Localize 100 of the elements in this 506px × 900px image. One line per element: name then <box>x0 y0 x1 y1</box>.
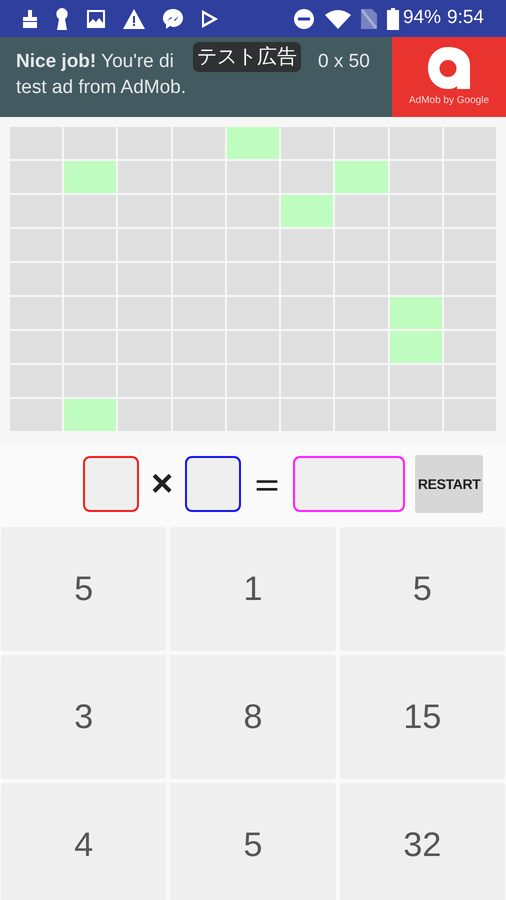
grid-cell[interactable] <box>281 229 334 261</box>
grid-cell[interactable] <box>10 161 62 193</box>
ad-banner[interactable]: Nice job! You're di 0 x 50 test ad from AdMob. AdMob by Google テスト広告 <box>0 37 506 117</box>
grid-cell[interactable] <box>10 297 62 329</box>
grid-cell[interactable] <box>172 365 225 397</box>
grid-cell[interactable] <box>444 365 496 397</box>
grid-cell[interactable] <box>335 399 388 431</box>
grid-cell[interactable] <box>444 331 496 363</box>
input-field[interactable] <box>185 456 242 512</box>
number-key[interactable]: 5 <box>170 783 336 900</box>
number-key[interactable]: 8 <box>170 655 336 779</box>
grid-cell[interactable] <box>172 297 225 329</box>
grid-cell[interactable] <box>444 229 496 261</box>
grid-cell[interactable] <box>335 161 388 193</box>
grid-cell[interactable] <box>226 331 280 363</box>
grid-cell[interactable] <box>118 297 171 329</box>
grid-cell[interactable] <box>172 331 225 363</box>
grid-cell[interactable] <box>335 331 388 363</box>
grid-cell[interactable] <box>444 399 496 431</box>
brush-icon <box>22 10 38 28</box>
grid-cell[interactable] <box>390 127 442 159</box>
number-key[interactable]: 3 <box>1 655 166 779</box>
grid-cell[interactable] <box>226 399 280 431</box>
grid-cell[interactable] <box>335 127 388 159</box>
grid-cell[interactable] <box>10 229 62 261</box>
grid-cell[interactable] <box>390 263 442 295</box>
input-field[interactable] <box>83 456 139 512</box>
grid-cell[interactable] <box>118 263 171 295</box>
grid-cell[interactable] <box>390 161 442 193</box>
grid-cell[interactable] <box>118 229 171 261</box>
grid-cell[interactable] <box>118 127 171 159</box>
grid-cell[interactable] <box>118 365 171 397</box>
grid-cell[interactable] <box>444 161 496 193</box>
grid-cell[interactable] <box>118 195 171 227</box>
grid-cell[interactable] <box>118 399 171 431</box>
grid-cell[interactable] <box>64 331 116 363</box>
number-key[interactable]: 5 <box>340 527 505 651</box>
grid-cell[interactable] <box>281 263 334 295</box>
grid-cell[interactable] <box>390 365 442 397</box>
grid-cell[interactable] <box>335 365 388 397</box>
grid-cell[interactable] <box>390 399 442 431</box>
grid-cell[interactable] <box>226 297 280 329</box>
number-key[interactable]: 32 <box>340 783 505 900</box>
number-key[interactable]: 1 <box>170 527 336 651</box>
grid-cell[interactable] <box>281 195 334 227</box>
grid-cell[interactable] <box>172 229 225 261</box>
grid-cell[interactable] <box>335 229 388 261</box>
keyhole-icon <box>55 8 69 30</box>
grid-cell[interactable] <box>118 331 171 363</box>
grid-cell[interactable] <box>64 229 116 261</box>
grid-cell[interactable] <box>172 263 225 295</box>
grid-cell[interactable] <box>390 297 442 329</box>
grid-cell[interactable] <box>281 161 334 193</box>
grid-cell[interactable] <box>10 263 62 295</box>
grid-cell[interactable] <box>64 365 116 397</box>
number-key[interactable]: 15 <box>340 655 505 779</box>
grid-cell[interactable] <box>335 195 388 227</box>
number-key[interactable]: 5 <box>1 527 166 651</box>
grid-cell[interactable] <box>390 195 442 227</box>
grid-cell[interactable] <box>281 127 334 159</box>
grid-cell[interactable] <box>226 127 280 159</box>
grid-cell[interactable] <box>335 263 388 295</box>
grid-cell[interactable] <box>64 399 116 431</box>
grid-cell[interactable] <box>281 399 334 431</box>
grid-cell[interactable] <box>444 195 496 227</box>
grid-cell[interactable] <box>390 229 442 261</box>
grid-cell[interactable] <box>226 195 280 227</box>
grid-cell[interactable] <box>64 127 116 159</box>
number-key[interactable]: 4 <box>1 783 166 900</box>
grid-cell[interactable] <box>444 297 496 329</box>
grid-cell[interactable] <box>10 399 62 431</box>
grid-cell[interactable] <box>64 161 116 193</box>
grid-cell[interactable] <box>118 161 171 193</box>
grid-cell[interactable] <box>64 263 116 295</box>
times-sign: × <box>151 462 174 506</box>
restart-button[interactable]: RESTART <box>415 455 484 513</box>
equals-sign: ＝ <box>247 461 288 508</box>
grid-cell[interactable] <box>226 365 280 397</box>
grid-cell[interactable] <box>226 161 280 193</box>
grid-cell[interactable] <box>444 127 496 159</box>
grid-cell[interactable] <box>64 195 116 227</box>
grid-cell[interactable] <box>172 399 225 431</box>
grid-cell[interactable] <box>226 263 280 295</box>
grid-cell[interactable] <box>172 161 225 193</box>
grid-cell[interactable] <box>10 195 62 227</box>
grid-cell[interactable] <box>10 127 62 159</box>
grid-cell[interactable] <box>10 331 62 363</box>
grid-cell[interactable] <box>281 331 334 363</box>
minus-circle-icon <box>292 8 315 30</box>
grid-cell[interactable] <box>172 195 225 227</box>
grid-cell[interactable] <box>335 297 388 329</box>
grid-cell[interactable] <box>390 331 442 363</box>
grid-cell[interactable] <box>172 127 225 159</box>
grid-cell[interactable] <box>226 229 280 261</box>
grid-cell[interactable] <box>10 365 62 397</box>
answer-field[interactable] <box>293 456 406 512</box>
grid-cell[interactable] <box>64 297 116 329</box>
grid-cell[interactable] <box>281 297 334 329</box>
grid-cell[interactable] <box>444 263 496 295</box>
grid-cell[interactable] <box>281 365 334 397</box>
